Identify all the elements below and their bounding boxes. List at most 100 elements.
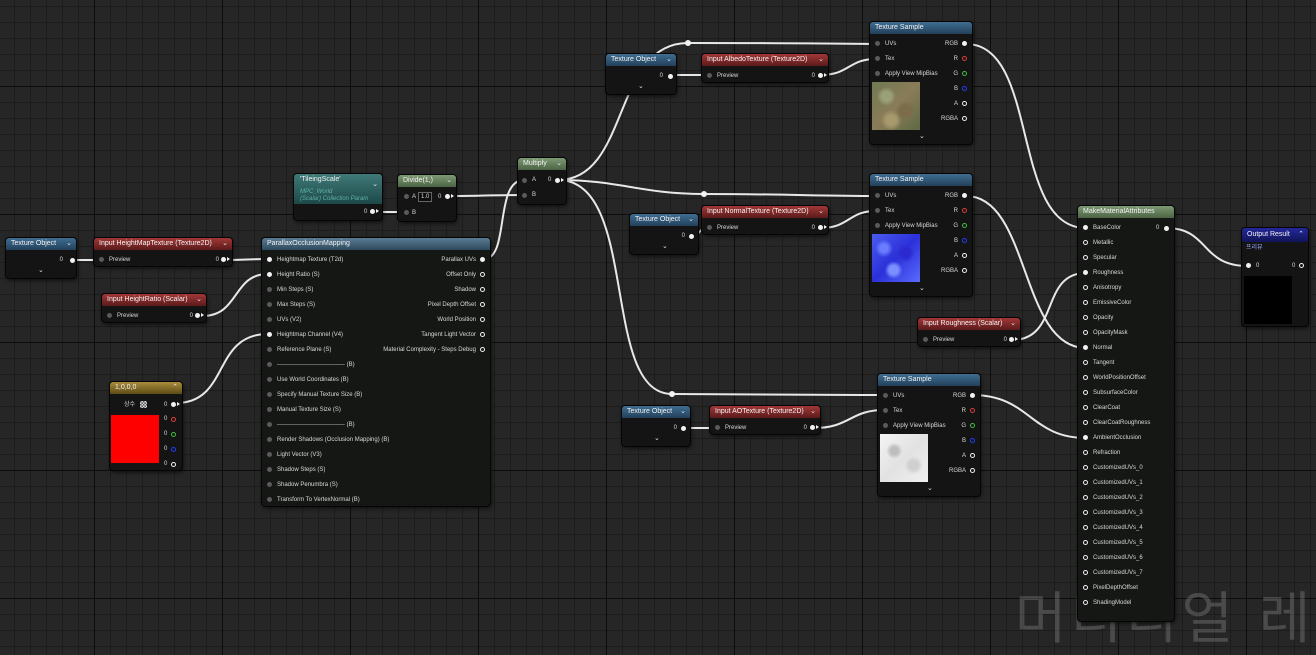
preview-pin[interactable] (707, 73, 712, 78)
node-header[interactable]: Output Result ⌃ (1242, 228, 1308, 242)
mma-input-pin[interactable] (1083, 555, 1088, 560)
mma-input-pin[interactable] (1083, 450, 1088, 455)
pom-input-pin[interactable] (267, 287, 272, 292)
node-header[interactable]: Multiply ⌄ (518, 158, 566, 170)
pom-input-pin[interactable] (267, 392, 272, 397)
albedo-input-node[interactable]: Input AlbedoTexture (Texture2D) ⌄ Preview… (702, 54, 828, 82)
output-pin[interactable] (70, 258, 75, 263)
g-output-pin[interactable] (171, 432, 176, 437)
mma-input-pin[interactable] (1083, 330, 1088, 335)
pom-input-pin[interactable] (267, 332, 272, 337)
pom-input-pin[interactable] (267, 482, 272, 487)
output-pin[interactable] (1299, 263, 1304, 268)
ts-input-pin[interactable] (883, 408, 888, 413)
output-pin[interactable] (195, 313, 200, 318)
mma-input-pin[interactable] (1083, 510, 1088, 515)
preview-pin[interactable] (99, 257, 104, 262)
output-pin[interactable] (810, 425, 815, 430)
node-header[interactable]: Texture Object ⌄ (606, 54, 676, 66)
a-input-pin[interactable] (522, 178, 527, 183)
ts-input-pin[interactable] (875, 71, 880, 76)
pom-output-pin[interactable] (480, 317, 485, 322)
output-pin[interactable] (1164, 226, 1169, 231)
mma-input-pin[interactable] (1083, 495, 1088, 500)
b-output-pin[interactable] (171, 447, 176, 452)
mma-input-pin[interactable] (1083, 345, 1088, 350)
expand-chevron-icon[interactable]: ⌄ (927, 484, 933, 492)
pom-output-pin[interactable] (480, 257, 485, 262)
mma-input-pin[interactable] (1083, 465, 1088, 470)
a-input-pin[interactable] (404, 194, 409, 199)
mma-input-pin[interactable] (1083, 300, 1088, 305)
node-header[interactable]: Texture Object ⌄ (6, 238, 76, 250)
mma-input-pin[interactable] (1083, 240, 1088, 245)
pom-output-pin[interactable] (480, 287, 485, 292)
ts-output-pin[interactable] (962, 193, 967, 198)
multiply-node[interactable]: Multiply ⌄ A 0 B (518, 158, 566, 204)
chevron-down-icon[interactable]: ⌄ (556, 158, 562, 170)
texture-object-node[interactable]: Texture Object ⌄ 0 ⌄ (6, 238, 76, 278)
pom-input-pin[interactable] (267, 302, 272, 307)
output-pin[interactable] (1009, 337, 1014, 342)
chevron-down-icon[interactable]: ⌄ (810, 406, 816, 418)
node-header[interactable]: MakeMaterialAttributes (1078, 206, 1174, 218)
ts-output-pin[interactable] (970, 393, 975, 398)
chevron-down-icon[interactable]: ⌄ (818, 206, 824, 218)
chevron-down-icon[interactable]: ⌄ (688, 214, 694, 226)
mma-input-pin[interactable] (1083, 255, 1088, 260)
chevron-down-icon[interactable]: ⌄ (196, 294, 202, 306)
node-header[interactable]: 1,0,0,0 ⌃ (110, 382, 182, 394)
node-header[interactable]: Input HeightRatio (Scalar) ⌄ (102, 294, 206, 306)
mma-input-pin[interactable] (1083, 270, 1088, 275)
preview-pin[interactable] (715, 425, 720, 430)
ts-output-pin[interactable] (962, 56, 967, 61)
ts-output-pin[interactable] (962, 268, 967, 273)
mma-input-pin[interactable] (1083, 540, 1088, 545)
chevron-up-icon[interactable]: ⌃ (1298, 228, 1304, 242)
pom-input-pin[interactable] (267, 272, 272, 277)
heightmap-input-node[interactable]: Input HeightMapTexture (Texture2D) ⌄ Prev… (94, 238, 232, 266)
heightratio-input-node[interactable]: Input HeightRatio (Scalar) ⌄ Preview 0 (102, 294, 206, 322)
mma-input-pin[interactable] (1083, 570, 1088, 575)
output-pin[interactable] (370, 209, 375, 214)
node-header[interactable]: Input AlbedoTexture (Texture2D) ⌄ (702, 54, 828, 66)
mma-input-pin[interactable] (1083, 435, 1088, 440)
output-pin[interactable] (681, 426, 686, 431)
node-header[interactable]: Texture Object ⌄ (630, 214, 698, 226)
preview-pin[interactable] (107, 313, 112, 318)
preview-pin[interactable] (923, 337, 928, 342)
pom-output-pin[interactable] (480, 347, 485, 352)
output-pin[interactable] (818, 73, 823, 78)
ts-output-pin[interactable] (962, 116, 967, 121)
normal-input-node[interactable]: Input NormalTexture (Texture2D) ⌄ Preview… (702, 206, 828, 234)
a-output-pin[interactable] (171, 462, 176, 467)
output-pin[interactable] (445, 194, 450, 199)
constant-vector-node[interactable]: 1,0,0,0 ⌃ 상수 0 0 0 0 0 (110, 382, 182, 470)
pom-input-pin[interactable] (267, 437, 272, 442)
normal-texture-object-node[interactable]: Texture Object ⌄ 0 ⌄ (630, 214, 698, 254)
make-material-attributes-node[interactable]: MakeMaterialAttributes 0 BaseColor Metall… (1078, 206, 1174, 621)
mma-input-pin[interactable] (1083, 225, 1088, 230)
ts-input-pin[interactable] (883, 393, 888, 398)
pom-input-pin[interactable] (267, 467, 272, 472)
ts-output-pin[interactable] (970, 453, 975, 458)
expand-chevron-icon[interactable]: ⌄ (919, 284, 925, 292)
node-header[interactable]: Texture Sample (870, 174, 972, 186)
pom-output-pin[interactable] (480, 272, 485, 277)
ts-output-pin[interactable] (962, 208, 967, 213)
ts-output-pin[interactable] (962, 223, 967, 228)
ts-output-pin[interactable] (962, 238, 967, 243)
mma-input-pin[interactable] (1083, 315, 1088, 320)
chevron-down-icon[interactable]: ⌄ (372, 180, 378, 188)
pom-input-pin[interactable] (267, 452, 272, 457)
ts-output-pin[interactable] (970, 468, 975, 473)
texture-sample-albedo-node[interactable]: Texture Sample UVs Tex Apply View MipBias R… (870, 22, 972, 144)
pom-output-pin[interactable] (480, 302, 485, 307)
node-header[interactable]: Texture Sample (870, 22, 972, 34)
pom-output-pin[interactable] (480, 332, 485, 337)
ts-input-pin[interactable] (875, 41, 880, 46)
b-input-pin[interactable] (522, 193, 527, 198)
mma-input-pin[interactable] (1083, 390, 1088, 395)
output-result-node[interactable]: Output Result ⌃ 프리뷰 0 0 (1242, 228, 1308, 326)
parallax-occlusion-mapping-node[interactable]: ParallaxOcclusionMapping Heightmap Textu… (262, 238, 490, 506)
